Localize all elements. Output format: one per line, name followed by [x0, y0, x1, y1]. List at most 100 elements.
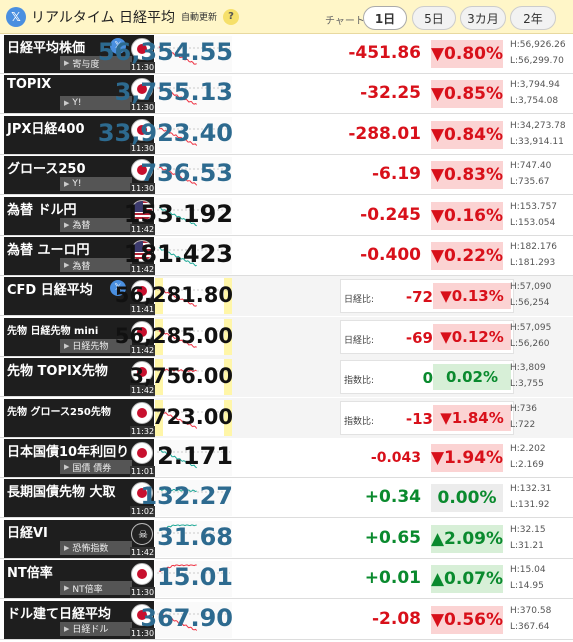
- row-tag-label: 日経ドル: [72, 625, 109, 636]
- change-percent: ▲0.07%: [431, 565, 503, 594]
- high-value: H:56,926.26: [510, 40, 566, 50]
- row-tag-link[interactable]: ▶ 恐怖指数: [60, 540, 132, 555]
- skull-icon: ☠: [132, 523, 152, 544]
- row-label-panel[interactable]: 日本国債10年利回り ▶ 国債 債券 11:01: [4, 439, 156, 477]
- price-value: 3,756.00: [129, 364, 233, 389]
- low-value: L:181.293: [510, 258, 556, 268]
- row-label-panel[interactable]: 日経VI ▶ 恐怖指数 ☠ 11:42: [4, 519, 156, 558]
- compare-percent: ▼0.13%: [433, 283, 511, 310]
- price-value: 2.171: [157, 442, 233, 470]
- change-percent: ▼0.80%: [431, 40, 503, 68]
- row-tag-label: 為替: [72, 261, 91, 272]
- compare-label: 日経比:: [344, 335, 375, 346]
- quote-row[interactable]: 先物 グロース250先物 11:32 723.00 指数比: -13 ▼1.84% H:73…: [0, 397, 573, 438]
- price-value: 736.53: [140, 159, 233, 188]
- high-value: H:747.40: [510, 161, 552, 172]
- range-5d-button[interactable]: 5日: [412, 6, 456, 30]
- quote-row[interactable]: 為替 ユーロ円 ▶ 為替 11:42 181.423 -0.400 ▼0.22% H:182.…: [0, 236, 573, 276]
- change-percent: ▼1.94%: [431, 444, 503, 472]
- row-name: 日本国債10年利回り: [7, 445, 130, 460]
- row-name: 為替 ユーロ円: [7, 243, 90, 258]
- range-1d-button[interactable]: 1日: [363, 6, 407, 30]
- quote-row[interactable]: NT倍率 ▶ NT倍率 11:30 15.01 +0.01 ▲0.07% H:15.04 L:1…: [0, 559, 573, 600]
- high-value: H:132.31: [510, 484, 552, 495]
- row-tag-link[interactable]: ▶ Y!: [60, 177, 132, 192]
- high-value: H:153.757: [510, 201, 558, 212]
- jp-flag-icon: [131, 401, 153, 424]
- row-tag-link[interactable]: ▶ 日経ドル: [60, 621, 132, 636]
- range-3m-button[interactable]: 3カ月: [460, 6, 506, 30]
- quote-row[interactable]: CFD 日経平均 𝕏 11:41 56,281.80 日経比: -72 ▼0.13% H:57…: [0, 276, 573, 317]
- x-logo-icon[interactable]: 𝕏: [6, 6, 26, 27]
- compare-box: 指数比: 0 0.02%: [340, 360, 514, 395]
- low-value: L:56,260: [510, 338, 550, 349]
- quote-row[interactable]: 為替 ドル円 ▶ 為替 11:42 153.192 -0.245 ▼0.16% H:153.7…: [0, 196, 573, 236]
- change-value: -451.86: [348, 43, 421, 63]
- row-name: ドル建て日経平均: [7, 606, 112, 622]
- quote-row[interactable]: 長期国債先物 大取 11:02 132.27 +0.34 0.00% H:132.31 L:…: [0, 478, 573, 519]
- change-value: -6.19: [372, 164, 421, 185]
- high-value: H:57,095: [510, 322, 552, 333]
- compare-value: 0: [422, 369, 433, 388]
- row-tag-label: 為替: [72, 221, 91, 232]
- low-value: L:56,254: [510, 298, 550, 309]
- quote-row[interactable]: JPX日経400 11:30 33,923.40 -288.01 ▼0.84% H:34,…: [0, 115, 573, 155]
- row-tag-link[interactable]: ▶ NT倍率: [60, 581, 132, 596]
- row-name: NT倍率: [7, 566, 53, 582]
- row-tag-link[interactable]: ▶ 為替: [60, 217, 132, 232]
- compare-value: -72: [405, 288, 433, 307]
- high-value: H:15.04: [510, 565, 546, 576]
- change-percent: ▼0.22%: [431, 242, 503, 270]
- row-tag-label: Y!: [72, 98, 82, 109]
- row-label-panel[interactable]: NT倍率 ▶ NT倍率 11:30: [4, 560, 156, 599]
- price-value: 181.423: [123, 240, 233, 268]
- change-value: -0.400: [360, 245, 421, 265]
- range-2y-button[interactable]: 2年: [510, 6, 556, 30]
- row-name: 長期国債先物 大取: [7, 485, 116, 501]
- low-value: L:31.21: [510, 540, 544, 551]
- low-value: L:3,754.08: [510, 96, 559, 107]
- row-name: 日経VI: [7, 525, 48, 541]
- row-name: 為替 ドル円: [7, 202, 77, 218]
- quote-row[interactable]: 先物 TOPIX先物 11:42 3,756.00 指数比: 0 0.02% H:3,809…: [0, 357, 573, 398]
- compare-box: 日経比: -69 ▼0.12%: [340, 319, 514, 354]
- quote-row[interactable]: 日経VI ▶ 恐怖指数 ☠ 11:42 31.68 +0.65 ▲2.09% H:32.15 L:…: [0, 519, 573, 559]
- triangle-icon: ▶: [64, 99, 70, 108]
- change-value: +0.34: [364, 487, 421, 508]
- low-value: L:735.67: [510, 177, 550, 188]
- compare-percent: ▼1.84%: [433, 404, 511, 431]
- low-value: L:56,299.70: [510, 56, 564, 66]
- compare-label: 指数比:: [344, 416, 375, 427]
- change-percent: ▼0.84%: [431, 120, 503, 149]
- row-tag-link[interactable]: ▶ 為替: [60, 258, 132, 272]
- quote-row[interactable]: TOPIX ▶ Y! 11:30 3,755.13 -32.25 ▼0.85% H:3,794…: [0, 74, 573, 115]
- row-label-panel[interactable]: ドル建て日経平均 ▶ 日経ドル 11:30: [4, 600, 156, 639]
- low-value: L:2.169: [510, 460, 544, 470]
- price-value: 723.00: [151, 404, 233, 429]
- quote-row[interactable]: 日経平均株価 ▶ 寄与度 𝕏 11:30 56,354.55 -451.86 ▼0.80% H:…: [0, 34, 573, 74]
- quote-row[interactable]: グロース250 ▶ Y! 11:30 736.53 -6.19 ▼0.83% H:747.40…: [0, 155, 573, 196]
- row-tag-label: 国債 債券: [72, 463, 112, 474]
- row-tag-label: 恐怖指数: [72, 544, 109, 555]
- row-label-panel[interactable]: 先物 グロース250先物 11:32: [4, 398, 156, 437]
- row-label-panel[interactable]: グロース250 ▶ Y! 11:30: [4, 156, 156, 195]
- compare-percent: 0.02%: [433, 364, 511, 391]
- row-label-panel[interactable]: 長期国債先物 大取 11:02: [4, 479, 156, 518]
- high-value: H:34,273.78: [510, 120, 566, 131]
- help-icon[interactable]: ?: [223, 8, 240, 25]
- low-value: L:33,914.11: [510, 136, 564, 147]
- row-tag-label: Y!: [72, 179, 82, 190]
- flag-dot: [137, 569, 147, 580]
- row-tag-link[interactable]: ▶ 国債 債券: [60, 460, 132, 474]
- jp-flag-icon: [131, 442, 153, 464]
- change-percent: ▼0.16%: [431, 201, 503, 230]
- change-value: -2.08: [372, 608, 421, 629]
- change-percent: ▼0.56%: [431, 605, 503, 634]
- high-value: H:57,090: [510, 282, 552, 293]
- high-value: H:3,794.94: [510, 80, 560, 91]
- price-value: 132.27: [140, 482, 233, 511]
- quote-row[interactable]: 先物 日経先物 mini ▶ 日経先物 11:42 56,285.00 日経比: -69 ▼0…: [0, 316, 573, 357]
- price-value: 367.90: [140, 603, 233, 632]
- quote-row[interactable]: ドル建て日経平均 ▶ 日経ドル 11:30 367.90 -2.08 ▼0.56% H:370…: [0, 600, 573, 640]
- quote-row[interactable]: 日本国債10年利回り ▶ 国債 債券 11:01 2.171 -0.043 ▼1.94% H:…: [0, 438, 573, 478]
